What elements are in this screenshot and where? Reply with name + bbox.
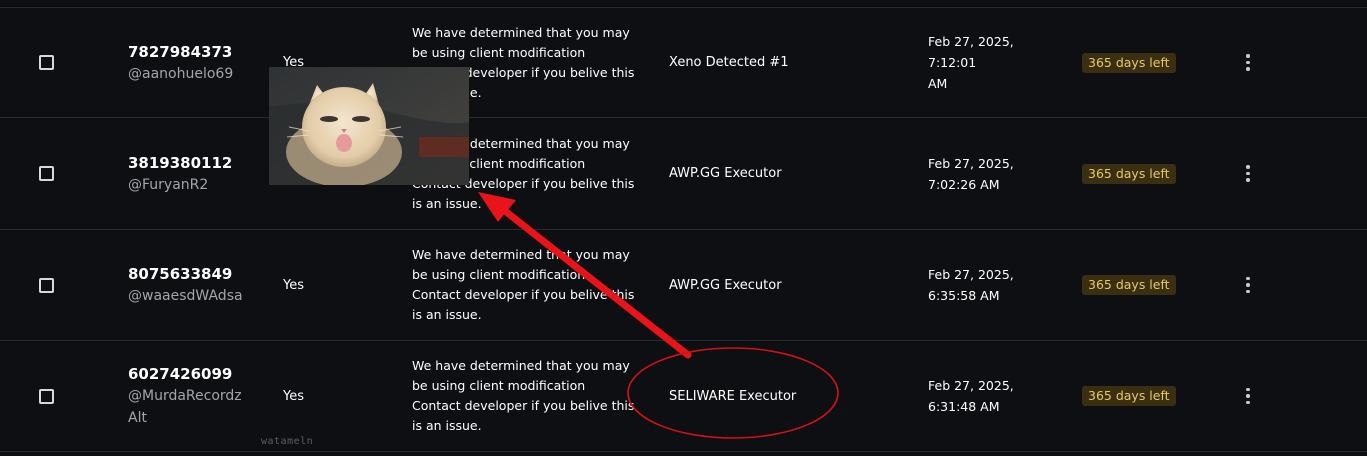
ban-date: Feb 27, 2025, 6:35:58 AM [928,264,1058,306]
ban-reason-line: Contact developer if you belive this [412,287,635,302]
ban-reason-line: Contact developer if you belive this [412,398,635,413]
ban-date: Feb 27, 2025, 6:31:48 AM [928,375,1058,417]
ban-reason-line: be using client modification [412,378,586,393]
user-id: 3819380112 [128,153,233,172]
kebab-menu-icon[interactable] [1246,387,1250,405]
row-select-checkbox[interactable] [39,277,54,293]
watermark-text: watameln [261,436,314,447]
user-handle[interactable]: @FuryanR2 [128,174,258,196]
days-left-badge: 365 days left [1082,163,1176,184]
user-cell: 6027426099 @MurdaRecordz Alt [128,363,258,429]
kebab-menu-icon[interactable] [1246,165,1250,182]
banned-status: Yes [283,277,304,293]
row-select-checkbox[interactable] [39,55,54,70]
user-id: 6027426099 [128,365,233,383]
kebab-menu-icon[interactable] [1246,276,1250,294]
user-handle[interactable]: @aanohuelo69 [128,63,258,85]
ban-reason-line: be using client modification [412,267,586,282]
row-select-checkbox[interactable] [39,166,54,181]
ban-date-line: AM [928,76,948,91]
days-left-badge: 365 days left [1082,386,1176,406]
user-id: 7827984373 [128,42,233,61]
ban-date: Feb 27, 2025, 7:12:01 AM [928,31,1058,94]
row-select-checkbox[interactable] [39,388,54,404]
ban-date-line: 6:35:58 AM [928,288,1000,303]
table-row: 7827984373 @aanohuelo69 Yes We have dete… [0,7,1367,117]
ban-date-line: 7:02:26 AM [928,176,1000,192]
days-left-badge: 365 days left [1082,52,1176,73]
ban-reason-line: is an issue. [412,195,482,211]
user-cell: 8075633849 @waaesdWAdsa [128,263,258,307]
ban-reason-line: We have determined that you may [412,24,630,40]
user-handle[interactable]: @MurdaRecordz Alt [128,385,258,429]
detection-label: AWP.GG Executor [669,277,782,293]
ban-date: Feb 27, 2025, 7:02:26 AM [928,153,1058,195]
ban-reason-line: is an issue. [412,418,482,433]
ban-date-line: Feb 27, 2025, 7:12:01 [928,34,1014,70]
detection-label: SELIWARE Executor [669,388,797,404]
user-cell: 7827984373 @aanohuelo69 [128,41,258,85]
ban-reason: We have determined that you may be using… [412,245,644,325]
ban-date-line: Feb 27, 2025, [928,378,1014,393]
user-cell: 3819380112 @FuryanR2 [128,152,258,196]
days-left-badge: 365 days left [1082,275,1176,295]
ban-date-line: Feb 27, 2025, [928,155,1014,171]
user-id: 8075633849 [128,265,233,283]
user-handle[interactable]: @waaesdWAdsa [128,285,258,307]
table-row: 8075633849 @waaesdWAdsa Yes We have dete… [0,229,1367,340]
detection-label: AWP.GG Executor [669,166,782,181]
cat-sticker-image [269,67,469,185]
kebab-menu-icon[interactable] [1246,54,1250,71]
banned-status: Yes [283,388,304,404]
ban-date-line: 6:31:48 AM [928,399,1000,414]
ban-log-table: 7827984373 @aanohuelo69 Yes We have dete… [0,0,1367,456]
ban-reason-line: We have determined that you may [412,358,630,373]
detection-label: Xeno Detected #1 [669,55,789,70]
ban-reason-line: is an issue. [412,307,482,322]
table-row: 3819380112 @FuryanR2 We have determined … [0,117,1367,229]
ban-date-line: Feb 27, 2025, [928,267,1014,282]
ban-reason-line: We have determined that you may [412,247,630,262]
ban-reason-line: be using client modification [412,44,586,60]
ban-reason: We have determined that you may be using… [412,356,644,436]
table-row: 6027426099 @MurdaRecordz Alt Yes We have… [0,340,1367,452]
